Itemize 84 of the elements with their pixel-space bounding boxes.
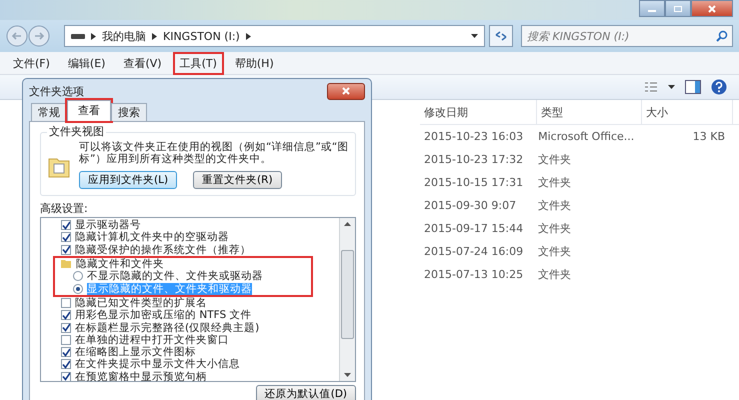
refresh-button[interactable]: [489, 25, 513, 47]
advanced-settings-label: 高级设置:: [40, 201, 89, 216]
scroll-down-arrow-icon[interactable]: [344, 373, 351, 377]
setting-label: 隐藏计算机文件夹中的空驱动器: [75, 231, 229, 244]
menu-item[interactable]: 帮助(H): [228, 52, 281, 74]
date-cell-text: 2015-09-17 15:44: [423, 222, 524, 235]
checkbox[interactable]: [61, 232, 71, 242]
checkbox[interactable]: [61, 220, 71, 230]
tab[interactable]: 查看: [67, 100, 111, 121]
folder-view-button[interactable]: 重置文件夹(R): [193, 171, 282, 189]
address-bar[interactable]: 我的电脑 KINGSTON (I:): [64, 25, 485, 47]
type-cell-text: 文件夹: [537, 175, 572, 190]
view-list-icon[interactable]: [644, 81, 658, 93]
maximize-icon: [673, 4, 683, 12]
setting-label: 在文件夹提示中显示文件大小信息: [75, 358, 240, 370]
tab[interactable]: 搜索: [111, 103, 147, 121]
setting-label: 在标题栏显示完整路径(仅限经典主题): [75, 322, 260, 334]
close-button[interactable]: [691, 0, 733, 17]
preview-pane-icon[interactable]: [685, 80, 701, 94]
setting-label: 显示隐藏的文件、文件夹和驱动器: [87, 282, 252, 295]
dialog-title: 文件夹选项: [29, 84, 84, 98]
date-cell-text: 2015-10-23 16:03: [423, 130, 524, 143]
checkbox[interactable]: [61, 372, 71, 381]
type-cell-text: 文件夹: [537, 267, 572, 282]
close-icon: [341, 87, 351, 95]
folder-views-description: 可以将该文件夹正在使用的视图（例如“详细信息”或“图标”）应用到所有这种类型的文件夹中。: [79, 141, 349, 165]
menu-item[interactable]: 文件(F): [6, 52, 57, 74]
column-header[interactable]: 类型: [537, 100, 642, 124]
drive-icon: [71, 32, 85, 40]
setting-label: 隐藏受保护的操作系统文件（推荐）: [75, 244, 251, 256]
scrollbar[interactable]: [339, 218, 355, 381]
checkbox[interactable]: [61, 310, 71, 320]
type-cell-text: 文件夹: [537, 221, 572, 236]
breadcrumb[interactable]: KINGSTON (I:): [163, 30, 240, 42]
checkbox[interactable]: [61, 359, 71, 370]
date-cell-text: 2015-07-13 10:25: [423, 268, 524, 281]
checkbox[interactable]: [61, 322, 71, 333]
restore-defaults-button[interactable]: 还原为默认值(D): [256, 385, 356, 400]
menu-item[interactable]: 工具(T): [172, 52, 224, 74]
date-cell-text: 2015-10-23 17:32: [423, 153, 524, 166]
group-title: 文件夹视图: [47, 126, 106, 138]
date-cell-text: 2015-07-24 16:09: [423, 245, 524, 258]
breadcrumb-arrow-icon: [91, 32, 96, 40]
search-field[interactable]: 搜索 KINGSTON (I:): [521, 25, 733, 47]
setting-label: 隐藏文件和文件夹: [76, 258, 164, 270]
folder-icon: [61, 259, 72, 270]
checkbox[interactable]: [61, 334, 71, 345]
radio-button[interactable]: [73, 271, 83, 282]
close-icon: [707, 4, 717, 12]
help-icon[interactable]: [711, 79, 727, 95]
dropdown-arrow-icon[interactable]: [668, 85, 675, 89]
minimize-button[interactable]: [639, 0, 665, 17]
setting-label: 隐藏已知文件类型的扩展名: [75, 296, 207, 309]
breadcrumb-arrow-icon: [152, 32, 157, 40]
type-cell-text: 文件夹: [537, 152, 572, 167]
close-button[interactable]: [327, 82, 365, 100]
checkbox[interactable]: [61, 298, 71, 308]
setting-label: 在预览窗格中显示预览句柄: [75, 370, 207, 381]
type-cell-text: 文件夹: [537, 244, 572, 259]
checkbox[interactable]: [61, 347, 71, 358]
date-cell-text: 2015-09-30 9:07: [423, 199, 518, 212]
scroll-up-arrow-icon[interactable]: [344, 222, 351, 226]
setting-label: 显示驱动器号: [75, 219, 141, 232]
type-cell-text: Microsoft Office...: [537, 130, 636, 143]
checkbox[interactable]: [61, 244, 71, 255]
breadcrumb[interactable]: 我的电脑: [102, 28, 146, 44]
maximize-button[interactable]: [665, 0, 691, 17]
folder-view-button[interactable]: 应用到文件夹(L): [79, 171, 178, 189]
size-cell: 13 KB: [692, 130, 726, 143]
type-cell-text: 文件夹: [537, 198, 572, 213]
date-cell-text: 2015-10-15 17:31: [423, 176, 524, 189]
menu-item[interactable]: 查看(V): [116, 52, 169, 74]
setting-label: 在单独的进程中打开文件夹窗口: [75, 334, 229, 346]
search-icon: [716, 30, 728, 42]
column-header[interactable]: 修改日期: [420, 100, 537, 124]
dropdown-arrow-icon[interactable]: [471, 34, 478, 38]
setting-label: 用彩色显示加密或压缩的 NTFS 文件: [75, 309, 252, 322]
tab[interactable]: 常规: [31, 103, 67, 121]
radio-button[interactable]: [73, 284, 83, 294]
column-header[interactable]: 大小: [642, 100, 733, 124]
setting-label: 在缩略图上显示文件图标: [75, 346, 196, 358]
menu-item[interactable]: 编辑(E): [60, 52, 112, 74]
breadcrumb-arrow-icon: [246, 32, 251, 40]
setting-label: 不显示隐藏的文件、文件夹或驱动器: [87, 270, 263, 282]
